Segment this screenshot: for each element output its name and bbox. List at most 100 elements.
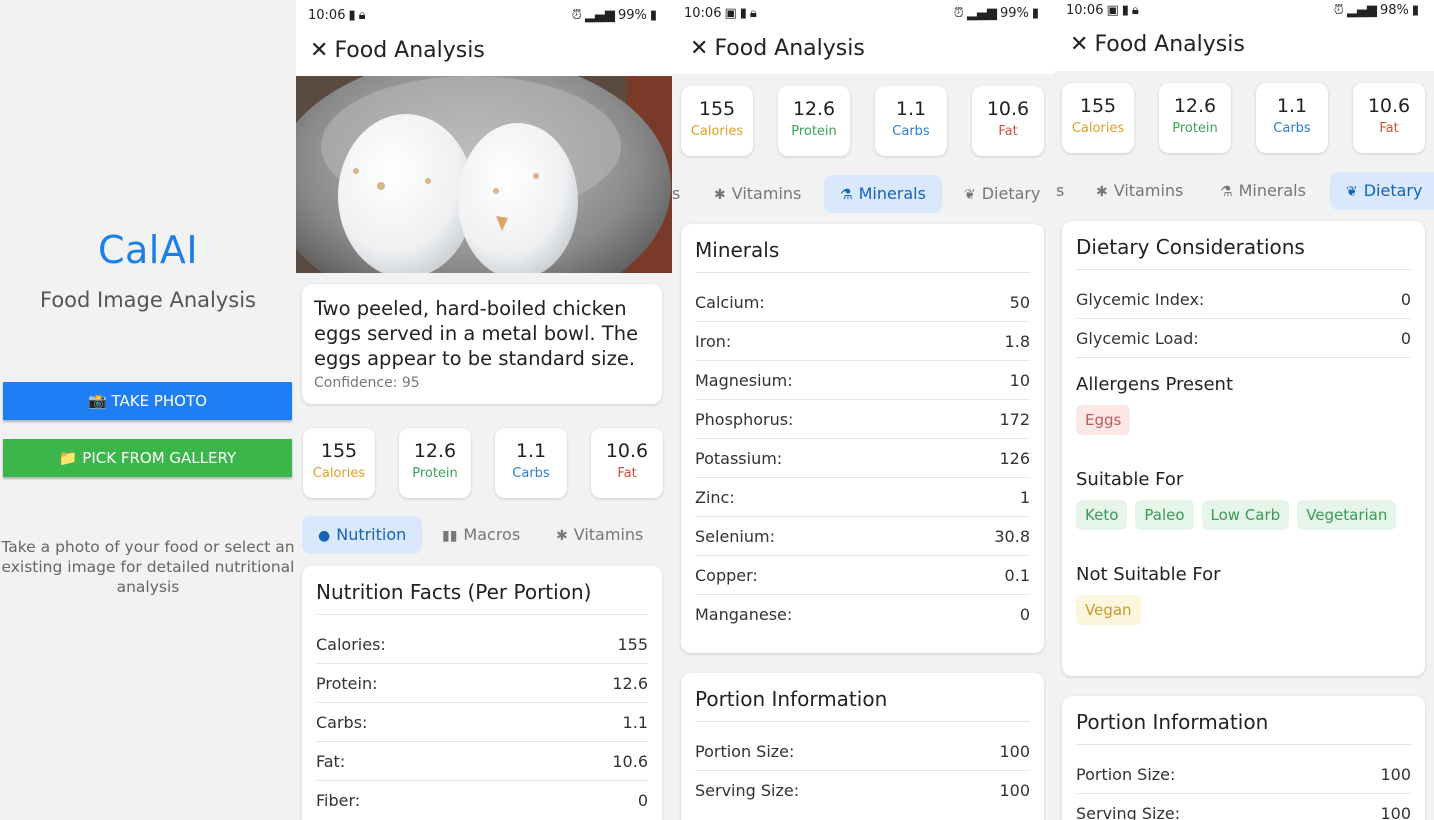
tab-dietary[interactable]: ❦ Dietary — [1330, 172, 1434, 210]
row-value: 126 — [999, 449, 1030, 468]
row-label: Carbs: — [316, 713, 368, 732]
row-value: 12.6 — [612, 674, 648, 693]
stat-calories: 155 Calories — [681, 86, 753, 156]
table-row: Serving Size: 100 — [695, 771, 1030, 810]
close-icon[interactable]: ✕ — [1070, 32, 1088, 57]
row-label: Serving Size: — [1076, 804, 1181, 820]
status-bar: 10:06 ▮ 🔒︎ ⏰︎ ▂▄▆ 99% ▮ — [308, 5, 660, 25]
image-icon: ▣ — [1106, 2, 1119, 18]
card-title: Portion Information — [1076, 696, 1411, 745]
row-label: Fat: — [316, 752, 346, 771]
stat-carbs: 1.1 Carbs — [495, 428, 567, 498]
stat-fat: 10.6 Fat — [591, 428, 663, 498]
stat-label: Fat — [998, 124, 1018, 139]
analysis-screen-minerals: 10:06 ▣ ▮ 🔒︎ ⏰︎ ▂▄▆ 99% ▮ ✕ Food Analysis 155 C… — [672, 0, 1054, 820]
lock-icon: 🔒︎ — [1131, 2, 1139, 18]
status-time: 10:06 — [684, 5, 722, 21]
allergen-chip: Eggs — [1076, 405, 1131, 435]
scroll-content[interactable]: 155 Calories 12.6 Protein 1.1 Carbs 10.6 Fat… — [1054, 71, 1434, 820]
row-value: 0 — [637, 791, 648, 810]
take-photo-button[interactable]: 📸 TAKE PHOTO — [3, 382, 292, 420]
status-bar: 10:06 ▣ ▮ 🔒︎ ⏰︎ ▂▄▆ 99% ▮ — [684, 3, 1042, 23]
suitable-chip: Low Carb — [1201, 500, 1290, 530]
row-value: 1.1 — [622, 713, 648, 732]
tab-minerals[interactable]: ⚗ Minerals — [1204, 172, 1322, 210]
row-value: 10 — [1009, 371, 1030, 390]
leaf-icon: ❦ — [1346, 184, 1358, 200]
app-bar: ✕ Food Analysis — [690, 36, 865, 61]
tab-dietary[interactable]: ❦ Dietary — [948, 175, 1054, 213]
stat-label: Fat — [1379, 121, 1399, 136]
home-screen: CalAI Food Image Analysis 📸 TAKE PHOTO 📁… — [0, 0, 296, 820]
allergens-title: Allergens Present — [1076, 374, 1234, 395]
stat-value: 1.1 — [895, 98, 927, 120]
battery-icon: ▮ — [649, 7, 657, 23]
row-value: 172 — [999, 410, 1030, 429]
tab-minerals[interactable]: ⚗ Minerals — [824, 175, 942, 213]
suitable-chip: Keto — [1076, 500, 1128, 530]
tab-label: Minerals — [1238, 181, 1306, 200]
alarm-icon: ⏰︎ — [571, 7, 582, 23]
tab-vitamins[interactable]: ✱ Vitamins — [698, 175, 817, 213]
analysis-screen-dietary: 10:06 ▣ ▮ 🔒︎ ⏰︎ ▂▄▆ 98% ▮ ✕ Food Analysis 155 C… — [1054, 0, 1434, 820]
signal-icon: ▂▄▆ — [584, 7, 615, 23]
tab-label: Vitamins — [1113, 181, 1184, 200]
stat-value: 155 — [698, 98, 736, 120]
row-label: Selenium: — [695, 527, 775, 546]
stat-calories: 155 Calories — [1062, 83, 1134, 153]
close-icon[interactable]: ✕ — [310, 38, 328, 63]
tab-partial[interactable]: s — [1054, 172, 1080, 210]
stat-label: Protein — [412, 466, 458, 481]
flask-icon: ⚗ — [1220, 184, 1233, 200]
tab-macros[interactable]: ▮▮ Macros — [426, 516, 536, 554]
tab-nutrition[interactable]: ● Nutrition — [302, 516, 423, 554]
suitable-list: Keto Paleo Low Carb Vegetarian — [1076, 500, 1411, 530]
not-suitable-list: Vegan — [1076, 595, 1411, 625]
stat-fat: 10.6 Fat — [1353, 83, 1425, 153]
stat-label: Carbs — [892, 124, 930, 139]
stat-carbs: 1.1 Carbs — [875, 86, 947, 156]
tab-label: Vitamins — [573, 525, 644, 544]
battery-percent: 98% — [1379, 2, 1409, 18]
macro-summary: 155 Calories 12.6 Protein 1.1 Carbs 10.6 Fat — [1054, 83, 1434, 155]
screen-title: Food Analysis — [714, 36, 865, 61]
tab-vitamins[interactable]: ✱ Vitamins — [1080, 172, 1199, 210]
row-value: 1.8 — [1004, 332, 1030, 351]
alarm-icon: ⏰︎ — [953, 5, 964, 21]
row-label: Manganese: — [695, 605, 793, 624]
nutrition-facts-card: Nutrition Facts (Per Portion) Calories: 1… — [302, 566, 662, 820]
row-value: 50 — [1009, 293, 1030, 312]
stat-value: 155 — [320, 440, 358, 462]
row-value: 10.6 — [612, 752, 648, 771]
asterisk-icon: ✱ — [714, 187, 726, 203]
home-hint-text: Take a photo of your food or select an e… — [1, 538, 295, 596]
stat-label: Calories — [1071, 121, 1125, 136]
sim-icon: ▮ — [348, 7, 356, 23]
card-title: Portion Information — [695, 673, 1030, 722]
stat-label: Protein — [1172, 121, 1218, 136]
stat-fat: 10.6 Fat — [972, 86, 1044, 156]
card-title: Dietary Considerations — [1076, 221, 1411, 270]
pick-from-gallery-button[interactable]: 📁 PICK FROM GALLERY — [3, 439, 292, 477]
table-row: Selenium: 30.8 — [695, 517, 1030, 556]
stat-calories: 155 Calories — [303, 428, 375, 498]
stat-label: Carbs — [1273, 121, 1311, 136]
row-value: 0.1 — [1004, 566, 1030, 585]
food-description: Two peeled, hard-boiled chicken eggs ser… — [314, 297, 639, 370]
scroll-content[interactable]: 155 Calories 12.6 Protein 1.1 Carbs 10.6 Fat… — [672, 74, 1054, 820]
confidence-label: Confidence: 95 — [314, 375, 420, 391]
sim-icon: ▮ — [1121, 2, 1129, 18]
stat-label: Fat — [617, 466, 637, 481]
app-bar: ✕ Food Analysis — [310, 38, 485, 63]
stat-protein: 12.6 Protein — [399, 428, 471, 498]
table-row: Phosphorus: 172 — [695, 400, 1030, 439]
row-value: 155 — [617, 635, 648, 654]
stat-label: Calories — [312, 466, 366, 481]
tab-vitamins[interactable]: ✱ Vitamins — [540, 516, 659, 554]
scroll-content[interactable]: Two peeled, hard-boiled chicken eggs ser… — [296, 76, 672, 820]
close-icon[interactable]: ✕ — [690, 36, 708, 61]
row-label: Magnesium: — [695, 371, 793, 390]
leaf-icon: ❦ — [964, 187, 976, 203]
tab-partial[interactable]: s — [672, 175, 696, 213]
table-row: Manganese: 0 — [695, 595, 1030, 634]
